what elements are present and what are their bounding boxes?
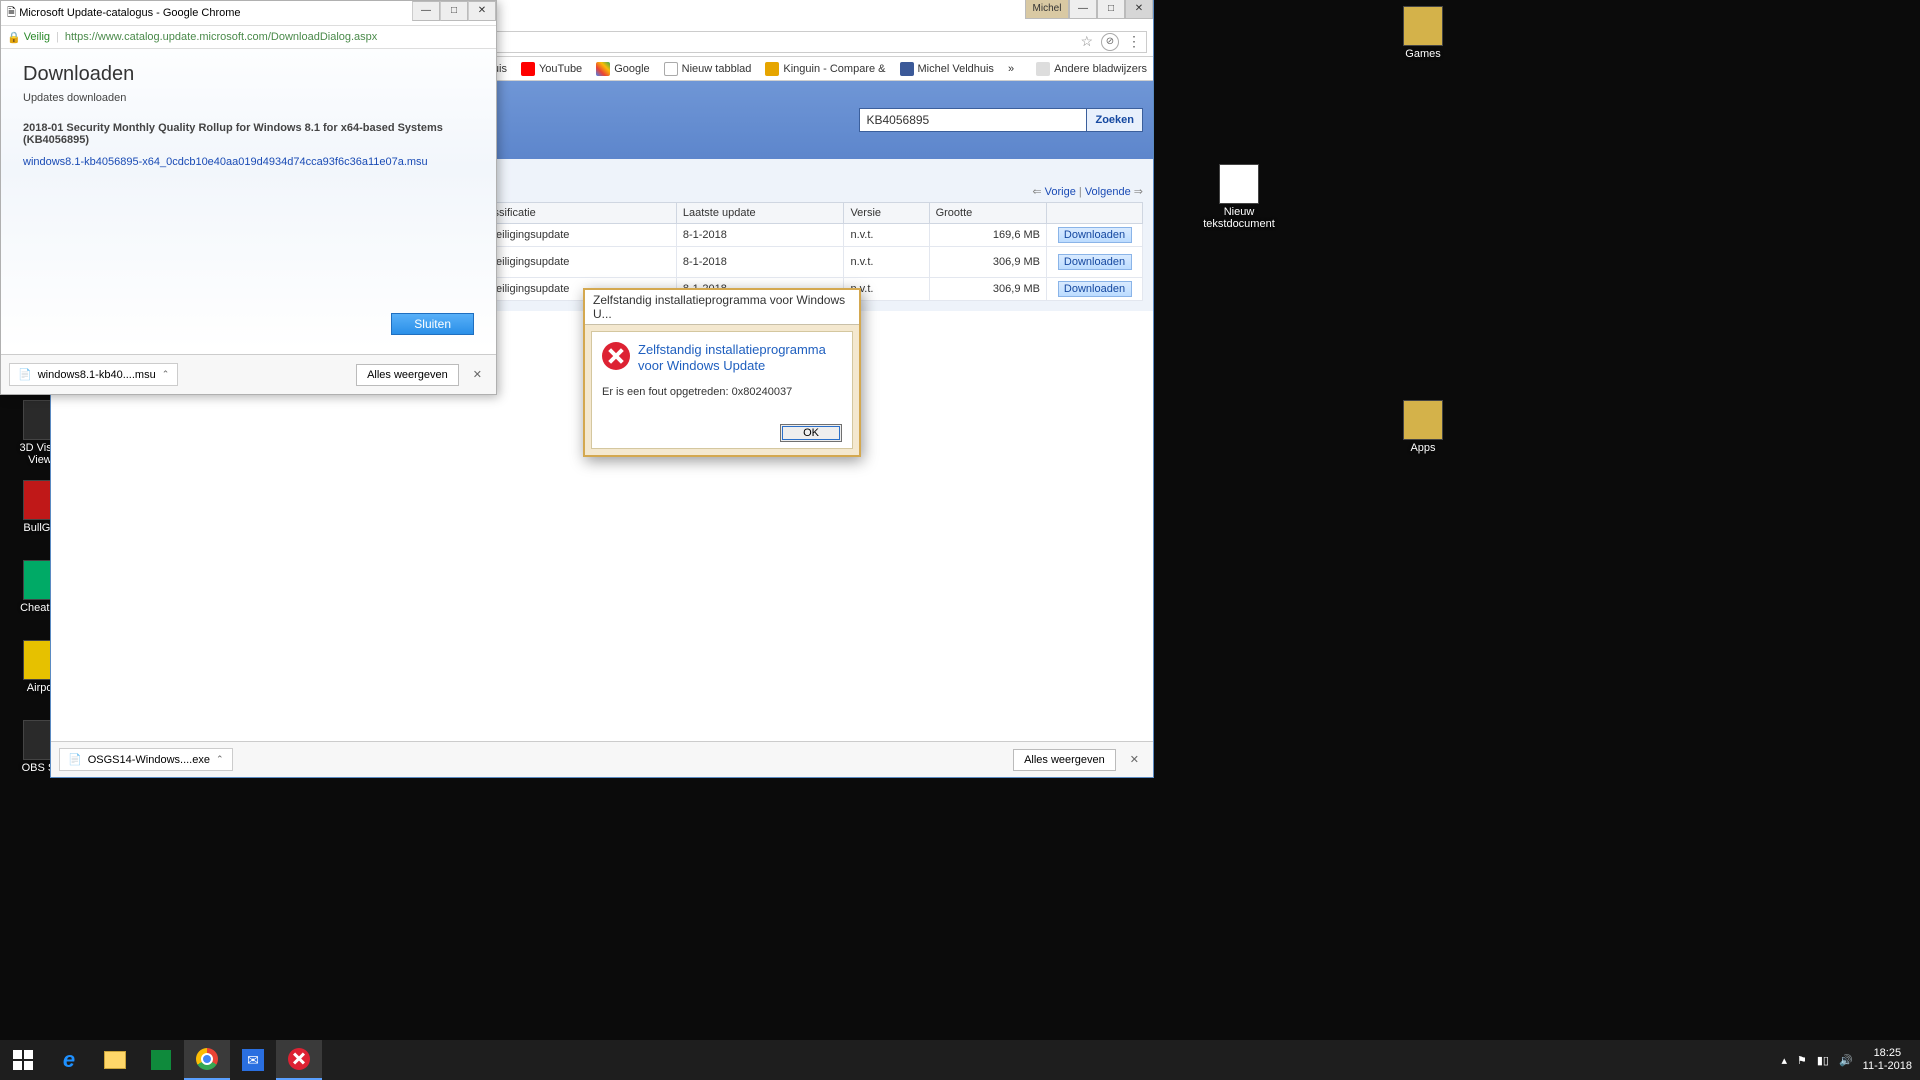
chrome-popup-download-dialog: 🗎 Microsoft Update-catalogus - Google Ch…	[0, 0, 497, 395]
error-dialog: Zelfstandig installatieprogramma voor Wi…	[583, 288, 861, 457]
close-downloadbar-button[interactable]: ✕	[467, 364, 488, 385]
catalog-search-input[interactable]	[859, 108, 1087, 132]
download-button[interactable]: Downloaden	[1058, 254, 1132, 270]
taskbar-store[interactable]	[138, 1040, 184, 1080]
minimize-button[interactable]: —	[1069, 0, 1097, 19]
chevron-up-icon[interactable]: ⌃	[162, 369, 170, 380]
show-all-downloads-button[interactable]: Alles weergeven	[1013, 749, 1116, 771]
download-button[interactable]: Downloaden	[1058, 227, 1132, 243]
page-heading: Downloaden	[23, 63, 474, 86]
th-lastupdate[interactable]: Laatste update	[676, 203, 844, 224]
bookmark-star-icon[interactable]: ☆	[1080, 33, 1093, 50]
titlebar-front[interactable]: 🗎 Microsoft Update-catalogus - Google Ch…	[1, 1, 496, 25]
bookmark-youtube[interactable]: YouTube	[521, 62, 582, 76]
maximize-button[interactable]: □	[1097, 0, 1125, 19]
chrome-profile-badge[interactable]: Michel	[1025, 0, 1069, 19]
chrome-download-bar-back: 📄 OSGS14-Windows....exe ⌃ Alles weergeve…	[51, 741, 1153, 777]
desktop-icon-apps[interactable]: Apps	[1386, 400, 1460, 454]
update-title: 2018-01 Security Monthly Quality Rollup …	[23, 122, 474, 146]
close-dialog-button[interactable]: Sluiten	[391, 313, 474, 335]
window-title: Microsoft Update-catalogus - Google Chro…	[19, 7, 240, 19]
taskbar-mail[interactable]: ✉	[230, 1040, 276, 1080]
tray-flag-icon[interactable]: ⚑	[1797, 1054, 1807, 1067]
catalog-search-button[interactable]: Zoeken	[1087, 108, 1143, 132]
tray-overflow-icon[interactable]: ▴	[1781, 1054, 1787, 1067]
taskbar-clock[interactable]: 18:25 11-1-2018	[1863, 1047, 1912, 1073]
bookmark-newtab[interactable]: Nieuw tabblad	[664, 62, 752, 76]
chrome-menu-icon[interactable]: ⋮	[1127, 33, 1140, 50]
bookmark-kinguin[interactable]: Kinguin - Compare &	[765, 62, 885, 76]
popup-address-row: 🔒Veilig | https://www.catalog.update.mic…	[1, 25, 496, 49]
bookmark-michel2[interactable]: Michel Veldhuis	[900, 62, 994, 76]
bookmarks-overflow[interactable]: »	[1008, 63, 1014, 75]
extension-icon[interactable]: ⊘	[1101, 33, 1119, 51]
download-dialog-body: Downloaden Updates downloaden 2018-01 Se…	[1, 49, 496, 349]
th-classification[interactable]: Classificatie	[471, 203, 677, 224]
bookmark-other[interactable]: Andere bladwijzers	[1036, 62, 1147, 76]
taskbar: e ✉ ▴ ⚑ ▮▯ 🔊 18:25 11-1-2018	[0, 1040, 1920, 1080]
desktop-icon-games[interactable]: Games	[1386, 6, 1460, 60]
taskbar-ie[interactable]: e	[46, 1040, 92, 1080]
th-version[interactable]: Versie	[844, 203, 929, 224]
close-button[interactable]: ✕	[468, 1, 496, 21]
error-icon	[602, 342, 630, 370]
close-button[interactable]: ✕	[1125, 0, 1153, 19]
file-icon: 📄	[18, 368, 32, 381]
download-chip[interactable]: 📄 windows8.1-kb40....msu ⌃	[9, 363, 178, 386]
taskbar-wusa-error[interactable]	[276, 1040, 322, 1080]
minimize-button[interactable]: —	[412, 1, 440, 21]
download-file-link[interactable]: windows8.1-kb4056895-x64_0cdcb10e40aa019…	[23, 156, 428, 168]
taskbar-file-explorer[interactable]	[92, 1040, 138, 1080]
file-icon: 📄	[68, 753, 82, 766]
ok-button[interactable]: OK	[780, 424, 842, 442]
popup-url[interactable]: https://www.catalog.update.microsoft.com…	[65, 31, 377, 43]
start-button[interactable]	[0, 1040, 46, 1080]
pager-prev[interactable]: Vorige	[1045, 186, 1076, 198]
page-subheading: Updates downloaden	[23, 92, 474, 104]
maximize-button[interactable]: □	[440, 1, 468, 21]
tray-network-icon[interactable]: ▮▯	[1817, 1054, 1829, 1067]
pager-next[interactable]: Volgende	[1085, 186, 1131, 198]
secure-badge[interactable]: 🔒Veilig	[7, 31, 50, 44]
dialog-heading: Zelfstandig installatieprogramma voor Wi…	[638, 342, 842, 374]
download-button[interactable]: Downloaden	[1058, 281, 1132, 297]
show-all-downloads-button[interactable]: Alles weergeven	[356, 364, 459, 386]
page-favicon-icon: 🗎	[7, 4, 16, 23]
lock-icon: 🔒	[7, 31, 21, 44]
taskbar-chrome[interactable]	[184, 1040, 230, 1080]
th-size[interactable]: Grootte	[929, 203, 1046, 224]
desktop-icon-newtextdoc[interactable]: Nieuw tekstdocument	[1194, 164, 1284, 230]
dialog-message: Er is een fout opgetreden: 0x80240037	[602, 386, 842, 398]
bookmark-google[interactable]: Google	[596, 62, 649, 76]
system-tray[interactable]: ▴ ⚑ ▮▯ 🔊 18:25 11-1-2018	[1773, 1040, 1920, 1080]
tray-volume-icon[interactable]: 🔊	[1839, 1054, 1853, 1067]
chevron-up-icon[interactable]: ⌃	[216, 754, 224, 765]
close-downloadbar-button[interactable]: ✕	[1124, 749, 1145, 770]
chrome-download-bar-front: 📄 windows8.1-kb40....msu ⌃ Alles weergev…	[1, 354, 496, 394]
dialog-title[interactable]: Zelfstandig installatieprogramma voor Wi…	[585, 290, 859, 325]
download-chip[interactable]: 📄 OSGS14-Windows....exe ⌃	[59, 748, 233, 771]
